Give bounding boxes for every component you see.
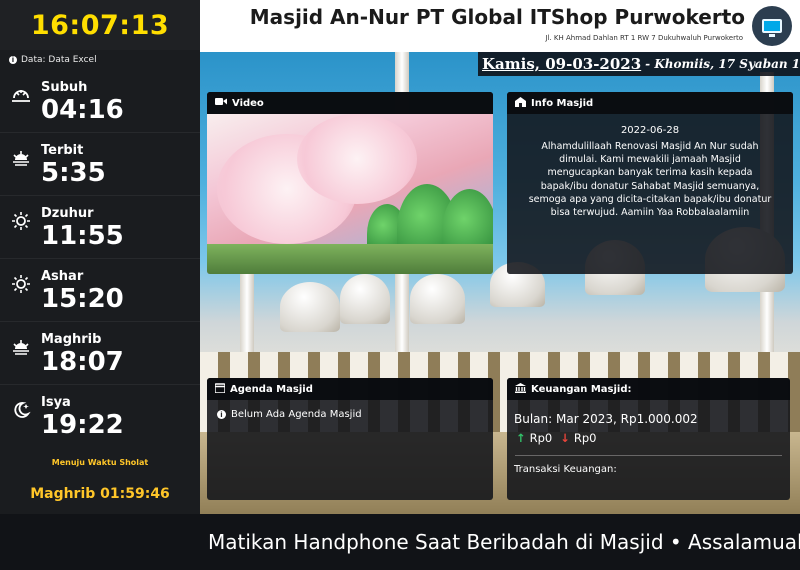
next-prayer-countdown: Maghrib 01:59:46 <box>30 486 170 502</box>
finance-panel: Keuangan Masjid: Bulan: Mar 2023, Rp1.00… <box>507 378 790 500</box>
info-icon: i <box>9 56 17 64</box>
dome <box>410 274 465 324</box>
prayer-time: 18:07 <box>41 347 124 377</box>
video-camera-icon <box>215 97 227 109</box>
prayer-sidebar: 16:07:13 i Data: Data Excel Subuh 04:16 … <box>0 0 200 514</box>
bank-icon <box>515 382 526 396</box>
next-prayer-label: Menuju Waktu Sholat <box>51 458 149 467</box>
prayer-name: Dzuhur <box>41 206 94 221</box>
sunrise-icon <box>10 147 32 169</box>
prayer-ashar: Ashar 15:20 <box>0 259 200 322</box>
prayer-name: Isya <box>41 395 71 410</box>
prayer-name: Maghrib <box>41 332 102 347</box>
mosque-title: Masjid An-Nur PT Global ITShop Purwokert… <box>249 5 745 29</box>
finance-out: Rp0 <box>573 431 597 445</box>
prayer-subuh: Subuh 04:16 <box>0 70 200 133</box>
mosque-icon <box>515 96 526 110</box>
prayer-time: 04:16 <box>41 95 124 125</box>
info-icon: i <box>217 410 226 419</box>
arrow-up-icon: ↑ <box>516 431 526 445</box>
prayer-time: 19:22 <box>41 410 124 440</box>
panel-header: Video <box>207 92 493 114</box>
prayer-dzuhur: Dzuhur 11:55 <box>0 196 200 259</box>
monitor-icon <box>752 6 792 46</box>
hijri-date: - Khomiis, 17 Syaban 1444 H <box>645 57 800 71</box>
prayer-time: 5:35 <box>41 158 106 188</box>
info-panel: Info Masjid 2022-06-28 Alhamdulillaah Re… <box>507 92 793 274</box>
prayer-name: Ashar <box>41 269 84 284</box>
sunrise-cloud-icon <box>10 84 32 106</box>
prayer-name: Terbit <box>41 143 84 158</box>
sunset-icon <box>10 336 32 358</box>
clock: 16:07:13 <box>0 0 200 50</box>
info-date: 2022-06-28 <box>620 125 680 136</box>
panel-title: Info Masjid <box>531 97 594 109</box>
arrow-down-icon: ↓ <box>560 431 570 445</box>
prayer-time: 11:55 <box>41 221 124 251</box>
prayer-time: 15:20 <box>41 284 124 314</box>
prayer-terbit: Terbit 5:35 <box>0 133 200 196</box>
video-player[interactable] <box>207 114 493 274</box>
moon-star-icon <box>10 399 32 421</box>
panel-title: Agenda Masjid <box>230 383 313 395</box>
finance-transactions-label: Transaksi Keuangan: <box>514 464 617 475</box>
mosque-address: Jl. KH Ahmad Dahlan RT 1 RW 7 Dukuhwaluh… <box>545 34 743 42</box>
cloud <box>297 114 417 204</box>
prayer-name: Subuh <box>41 80 88 95</box>
dome <box>280 282 340 332</box>
date-bar: Kamis, 09-03-2023 - Khomiis, 17 Syaban 1… <box>478 52 800 76</box>
hill <box>207 244 493 274</box>
finance-in: Rp0 <box>529 431 553 445</box>
video-panel: Video <box>207 92 493 274</box>
data-source: i Data: Data Excel <box>0 50 200 70</box>
finance-month-summary: Bulan: Mar 2023, Rp1.000.002 <box>514 412 698 426</box>
agenda-panel: Agenda Masjid i Belum Ada Agenda Masjid <box>207 378 493 500</box>
sun-icon <box>10 273 32 295</box>
panel-title: Keuangan Masjid: <box>531 383 632 395</box>
sun-icon <box>10 210 32 232</box>
gregorian-date: Kamis, 09-03-2023 <box>482 55 642 73</box>
running-text-message: Matikan Handphone Saat Beribadah di Masj… <box>208 530 800 554</box>
panel-header: Agenda Masjid <box>207 378 493 400</box>
info-body: Alhamdulillaah Renovasi Masjid An Nur su… <box>528 141 772 219</box>
header: Masjid An-Nur PT Global ITShop Purwokert… <box>200 0 800 52</box>
finance-flow: ↑ Rp0 ↓ Rp0 <box>507 426 790 445</box>
agenda-empty-text: Belum Ada Agenda Masjid <box>231 409 362 420</box>
masjid-display: 16:07:13 i Data: Data Excel Subuh 04:16 … <box>0 0 800 570</box>
running-text: Matikan Handphone Saat Beribadah di Masj… <box>0 514 800 570</box>
data-source-label: Data: Data Excel <box>21 55 97 65</box>
dome <box>340 274 390 324</box>
agenda-empty: i Belum Ada Agenda Masjid <box>207 400 493 420</box>
prayer-maghrib: Maghrib 18:07 <box>0 322 200 385</box>
panel-header: Keuangan Masjid: <box>507 378 790 400</box>
panel-title: Video <box>232 97 264 109</box>
prayer-isya: Isya 19:22 <box>0 385 200 448</box>
panel-header: Info Masjid <box>507 92 793 114</box>
calendar-icon <box>214 382 226 396</box>
